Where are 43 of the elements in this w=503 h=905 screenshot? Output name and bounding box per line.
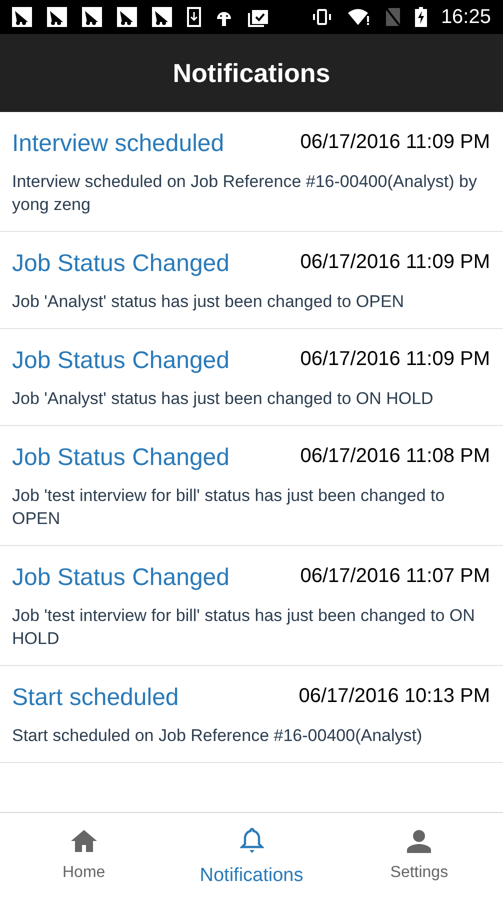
notification-title: Start scheduled xyxy=(12,683,179,713)
clock: 16:25 xyxy=(440,5,491,30)
vibrate-icon xyxy=(310,8,333,26)
clipboard-check-icon xyxy=(247,7,269,27)
notification-icon xyxy=(117,7,137,27)
notification-item[interactable]: Interview scheduled 06/17/2016 11:09 PM Interview scheduled on Job Reference #16-00400(Analyst) by yong zeng xyxy=(0,112,503,232)
notification-icon xyxy=(152,7,172,27)
notification-time: 06/17/2016 11:08 PM xyxy=(300,444,491,469)
notification-message: Job 'Analyst' status has just been changed to OPEN xyxy=(12,291,406,313)
notification-time: 06/17/2016 11:07 PM xyxy=(300,564,491,589)
notification-title: Interview scheduled xyxy=(12,129,224,159)
battery-charging-icon xyxy=(414,7,427,27)
wifi-icon xyxy=(346,8,371,26)
notification-title: Job Status Changed xyxy=(12,346,230,376)
notification-title: Job Status Changed xyxy=(12,249,230,279)
nav-tab[interactable]: Home xyxy=(0,813,168,905)
notification-message: Job 'test interview for bill' status has just been changed to ON HOLD xyxy=(12,605,476,650)
notification-item[interactable]: Job Status Changed 06/17/2016 11:09 PM Job 'Analyst' status has just been changed to ON HOLD xyxy=(0,329,503,426)
notification-message: Job 'Analyst' status has just been changed to ON HOLD xyxy=(12,388,434,410)
notification-item[interactable]: Start scheduled 06/17/2016 10:13 PM Start scheduled on Job Reference #16-00400(Analyst) xyxy=(0,666,503,763)
download-icon xyxy=(187,7,201,27)
notification-icon xyxy=(82,7,102,27)
bell-icon xyxy=(240,826,264,854)
notification-time: 06/17/2016 11:09 PM xyxy=(300,250,491,275)
home-icon xyxy=(70,829,98,853)
notification-message: Job 'test interview for bill' status has just been changed to OPEN xyxy=(12,485,446,530)
notification-title: Job Status Changed xyxy=(12,443,230,473)
person-icon xyxy=(407,829,432,853)
notification-item[interactable]: Job Status Changed 06/17/2016 11:07 PM Job 'test interview for bill' status has just been changed to ON HOLD xyxy=(0,546,503,666)
notification-time: 06/17/2016 11:09 PM xyxy=(300,130,491,155)
notification-message: Start scheduled on Job Reference #16-00400(Analyst) xyxy=(12,725,424,747)
notification-time: 06/17/2016 11:09 PM xyxy=(300,347,491,372)
nav-tab[interactable]: Notifications xyxy=(168,813,336,905)
nav-tab[interactable]: Settings xyxy=(335,813,503,905)
notification-item[interactable]: Job Status Changed 06/17/2016 11:08 PM Job 'test interview for bill' status has just been changed to OPEN xyxy=(0,426,503,546)
notification-icon xyxy=(12,7,32,27)
no-sim-icon xyxy=(384,7,401,27)
notification-icon xyxy=(47,7,67,27)
notification-item[interactable]: Job Status Changed 06/17/2016 11:09 PM Job 'Analyst' status has just been changed to OPEN xyxy=(0,232,503,329)
notification-time: 06/17/2016 10:13 PM xyxy=(298,684,491,709)
page-title: Notifications xyxy=(172,56,330,90)
notification-message: Interview scheduled on Job Reference #16-00400(Analyst) by yong zeng xyxy=(12,171,478,216)
notification-title: Job Status Changed xyxy=(12,563,230,593)
